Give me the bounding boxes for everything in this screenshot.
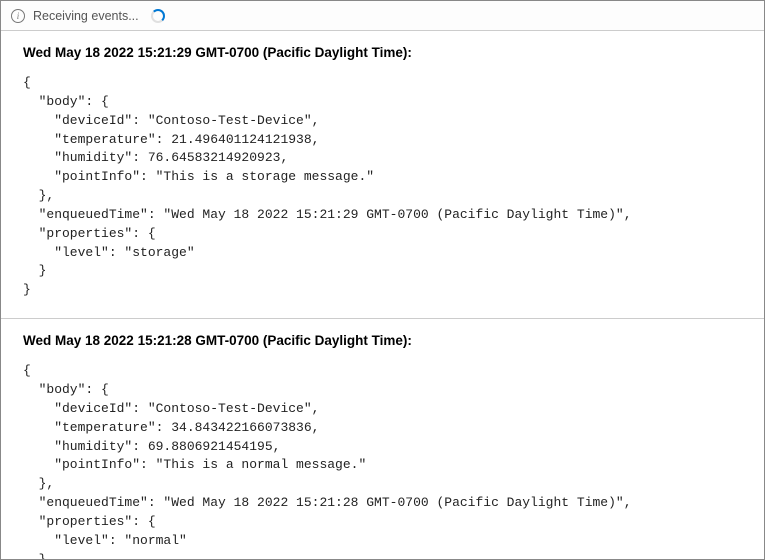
event-block: Wed May 18 2022 15:21:29 GMT-0700 (Pacif… <box>1 31 764 319</box>
info-icon: i <box>11 9 25 23</box>
status-bar: i Receiving events... <box>1 1 764 31</box>
event-json-body: { "body": { "deviceId": "Contoso-Test-De… <box>23 362 742 559</box>
event-timestamp-header: Wed May 18 2022 15:21:28 GMT-0700 (Pacif… <box>23 333 742 348</box>
spinner-icon <box>151 9 165 23</box>
status-text: Receiving events... <box>33 9 139 23</box>
event-block: Wed May 18 2022 15:21:28 GMT-0700 (Pacif… <box>1 319 764 559</box>
event-timestamp-header: Wed May 18 2022 15:21:29 GMT-0700 (Pacif… <box>23 45 742 60</box>
event-json-body: { "body": { "deviceId": "Contoso-Test-De… <box>23 74 742 300</box>
events-scroll-area[interactable]: Wed May 18 2022 15:21:29 GMT-0700 (Pacif… <box>1 31 764 559</box>
